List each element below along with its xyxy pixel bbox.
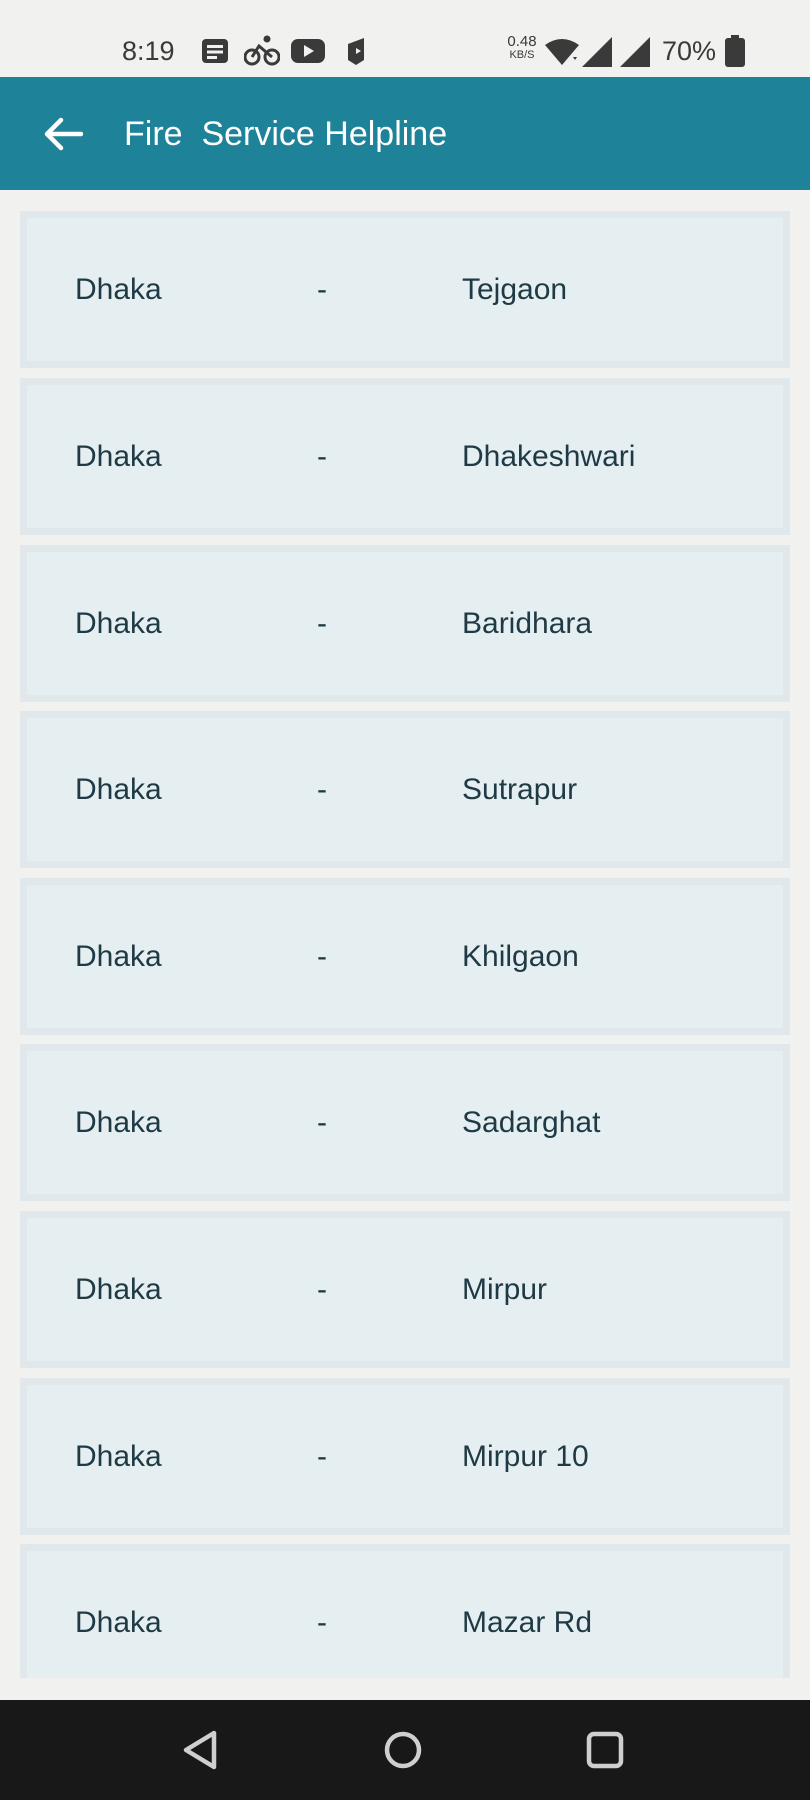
station-label: Sutrapur [462, 772, 578, 806]
list-item[interactable]: Dhaka - Mirpur [20, 1211, 790, 1368]
list-item[interactable]: Dhaka - Mirpur 10 [20, 1378, 790, 1535]
list-item[interactable]: Dhaka - Mazar Rd [20, 1544, 790, 1678]
station-label: Mirpur [462, 1272, 548, 1306]
station-label: Baridhara [462, 606, 593, 640]
app-bar: Fire Service Helpline [0, 77, 810, 190]
status-time: 8:19 [122, 36, 175, 66]
separator: - [317, 1105, 327, 1139]
cycling-icon [244, 35, 280, 66]
page-title: Fire Service Helpline [124, 115, 448, 153]
separator: - [317, 439, 327, 473]
station-label: Tejgaon [462, 272, 568, 306]
separator: - [317, 1605, 327, 1639]
separator: - [317, 772, 327, 806]
back-button[interactable] [36, 109, 90, 159]
city-label: Dhaka [75, 772, 162, 806]
city-label: Dhaka [75, 439, 162, 473]
city-label: Dhaka [75, 1272, 162, 1306]
city-label: Dhaka [75, 1105, 162, 1139]
nav-back-button[interactable] [170, 1720, 230, 1780]
battery-icon [725, 35, 745, 67]
nav-home-button[interactable] [373, 1720, 433, 1780]
separator: - [317, 606, 327, 640]
battery-percentage: 70% [662, 36, 717, 66]
recents-square-icon [586, 1731, 624, 1769]
helpline-list: Dhaka - Tejgaon Dhaka - Dhakeshwari Dhak… [20, 211, 790, 1678]
network-speed-value: 0.48 [507, 33, 537, 50]
separator: - [317, 939, 327, 973]
station-label: Mirpur 10 [462, 1439, 589, 1473]
separator: - [317, 1439, 327, 1473]
station-label: Khilgaon [462, 939, 579, 973]
list-item[interactable]: Dhaka - Sadarghat [20, 1044, 790, 1201]
station-label: Sadarghat [462, 1105, 601, 1139]
app-icon [348, 38, 364, 65]
notes-icon [202, 39, 228, 63]
nav-recents-button[interactable] [575, 1720, 635, 1780]
list-item[interactable]: Dhaka - Khilgaon [20, 878, 790, 1035]
city-label: Dhaka [75, 1439, 162, 1473]
network-speed: 0.48 KB/S [502, 34, 542, 61]
back-triangle-icon [183, 1730, 217, 1770]
wifi-icon [545, 39, 579, 65]
network-speed-unit: KB/S [509, 49, 535, 61]
station-label: Dhakeshwari [462, 439, 636, 473]
list-item[interactable]: Dhaka - Baridhara [20, 545, 790, 702]
signal-icon [620, 37, 650, 67]
separator: - [317, 272, 327, 306]
separator: - [317, 1272, 327, 1306]
city-label: Dhaka [75, 272, 162, 306]
signal-icon [582, 37, 612, 67]
city-label: Dhaka [75, 1605, 162, 1639]
home-circle-icon [384, 1731, 422, 1769]
list-item[interactable]: Dhaka - Dhakeshwari [20, 378, 790, 535]
list-item[interactable]: Dhaka - Tejgaon [20, 211, 790, 368]
city-label: Dhaka [75, 939, 162, 973]
youtube-icon [291, 39, 325, 63]
arrow-left-icon [44, 117, 83, 151]
status-bar: 8:19 0.48 KB/S 70% [0, 0, 810, 77]
city-label: Dhaka [75, 606, 162, 640]
list-item[interactable]: Dhaka - Sutrapur [20, 711, 790, 868]
station-label: Mazar Rd [462, 1605, 593, 1639]
navigation-bar [0, 1700, 810, 1800]
